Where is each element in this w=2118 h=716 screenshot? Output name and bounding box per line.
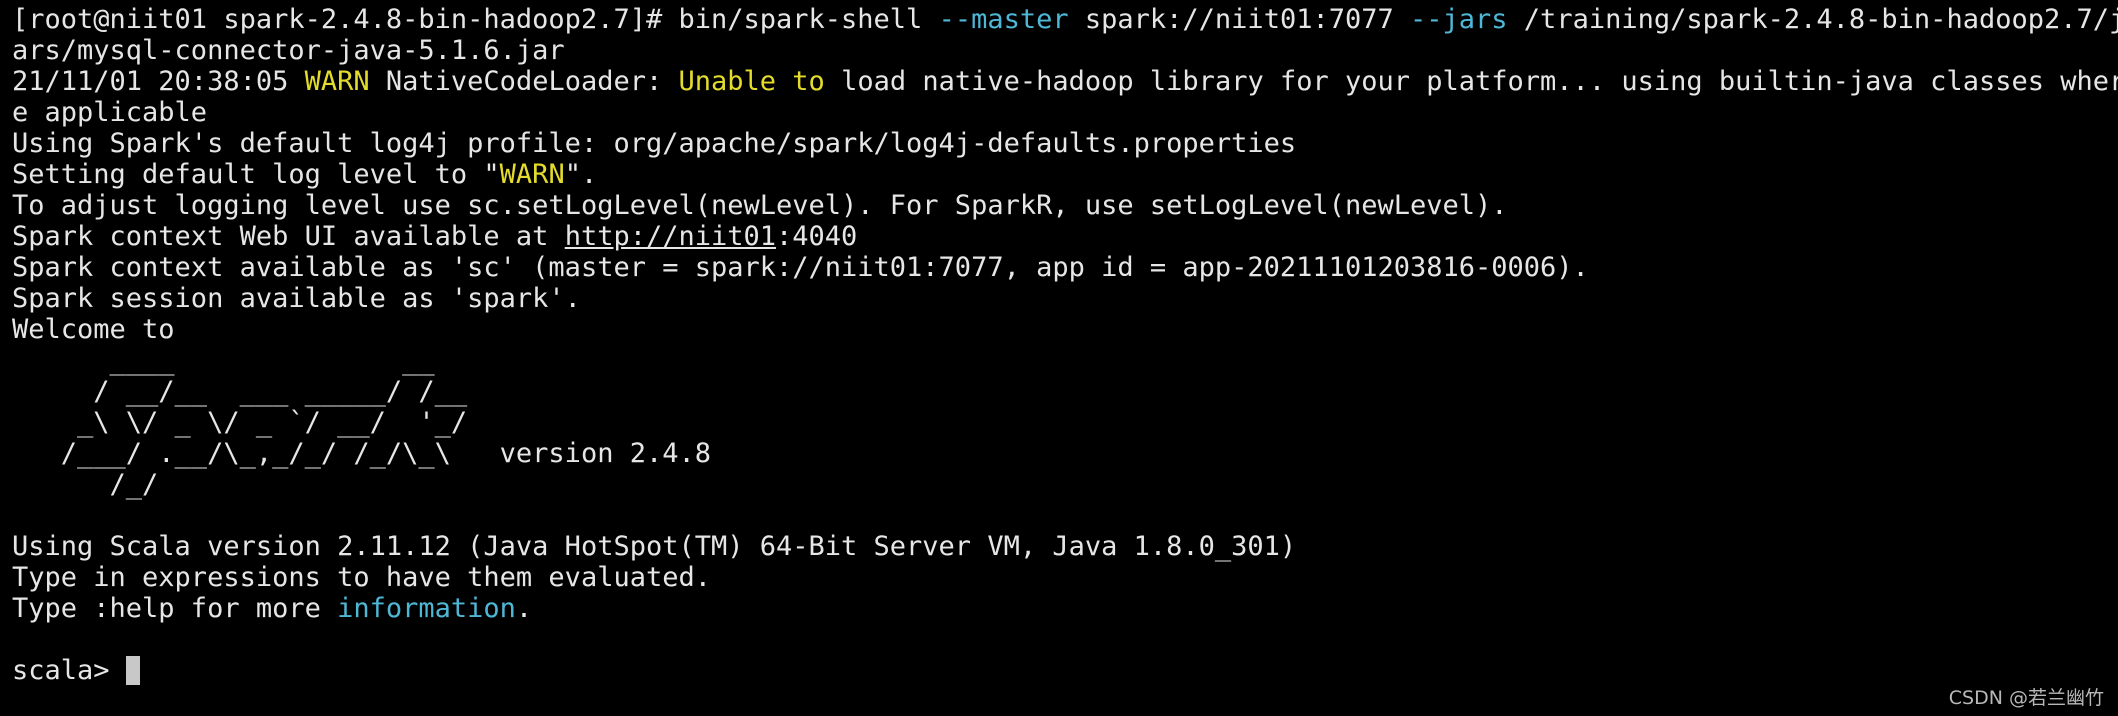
shell-prompt: [root@niit01 spark-2.4.8-bin-hadoop2.7]# xyxy=(12,4,679,35)
cursor xyxy=(125,656,140,685)
warn-timestamp: 21/11/01 20:38:05 xyxy=(12,66,305,97)
banner-line-2: / __/__ ___ _____/ /__ xyxy=(12,376,468,407)
welcome-line: Welcome to xyxy=(12,314,175,345)
jars-option: --jars xyxy=(1410,4,1508,35)
jar-path: /training/spark-2.4.8-bin-hadoop2.7/j xyxy=(1507,4,2118,35)
command-line: [root@niit01 spark-2.4.8-bin-hadoop2.7]#… xyxy=(12,4,2118,35)
webui-line: Spark context Web UI available at http:/… xyxy=(12,221,2106,252)
banner-line-1: ____ __ xyxy=(12,345,435,376)
warn-source: NativeCodeLoader: xyxy=(369,66,679,97)
banner-line-3: _\ \/ _ \/ _ `/ __/ '_/ xyxy=(12,407,468,438)
session-line: Spark session available as 'spark'. xyxy=(12,283,581,314)
terminal-window[interactable]: [root@niit01 spark-2.4.8-bin-hadoop2.7]#… xyxy=(0,0,2118,716)
type-expressions-line: Type in expressions to have them evaluat… xyxy=(12,562,711,593)
help-before: Type :help for more xyxy=(12,593,338,624)
scala-prompt: scala> xyxy=(12,655,126,686)
adjust-log-line: To adjust logging level use sc.setLogLev… xyxy=(12,190,1508,221)
help-information: information xyxy=(337,593,516,624)
master-option: --master xyxy=(938,4,1069,35)
log4j-line: Using Spark's default log4j profile: org… xyxy=(12,128,1297,159)
warn-message: load native-hadoop library for your plat… xyxy=(824,66,2118,97)
command-line-wrap: ars/mysql-connector-java-5.1.6.jar xyxy=(12,35,565,66)
help-line: Type :help for more information. xyxy=(12,593,2106,624)
master-url: spark://niit01:7077 xyxy=(1068,4,1410,35)
watermark: CSDN @若兰幽竹 xyxy=(1948,687,2104,709)
warn-level: WARN xyxy=(304,66,370,97)
banner-line-5: /_/ xyxy=(12,469,159,500)
help-after: . xyxy=(515,593,533,624)
scala-version-line: Using Scala version 2.11.12 (Java HotSpo… xyxy=(12,531,1297,562)
warn-line: 21/11/01 20:38:05 WARN NativeCodeLoader:… xyxy=(12,66,2118,97)
context-line: Spark context available as 'sc' (master … xyxy=(12,252,1589,283)
webui-port: :4040 xyxy=(776,221,858,252)
log-level-value: WARN xyxy=(499,159,565,190)
log-level-line: Setting default log level to "WARN". xyxy=(12,159,2106,190)
webui-before: Spark context Web UI available at xyxy=(12,221,565,252)
webui-link[interactable]: http://niit01 xyxy=(565,221,776,252)
command-program: bin/spark-shell xyxy=(678,4,939,35)
warn-unable-to: Unable to xyxy=(678,66,825,97)
log-level-before: Setting default log level to " xyxy=(12,159,500,190)
warn-line-wrap: e applicable xyxy=(12,97,208,128)
log-level-after: ". xyxy=(564,159,598,190)
scala-prompt-line[interactable]: scala> xyxy=(12,655,2106,686)
banner-line-4: /___/ .__/\_,_/_/ /_/\_\ version 2.4.8 xyxy=(12,438,711,469)
